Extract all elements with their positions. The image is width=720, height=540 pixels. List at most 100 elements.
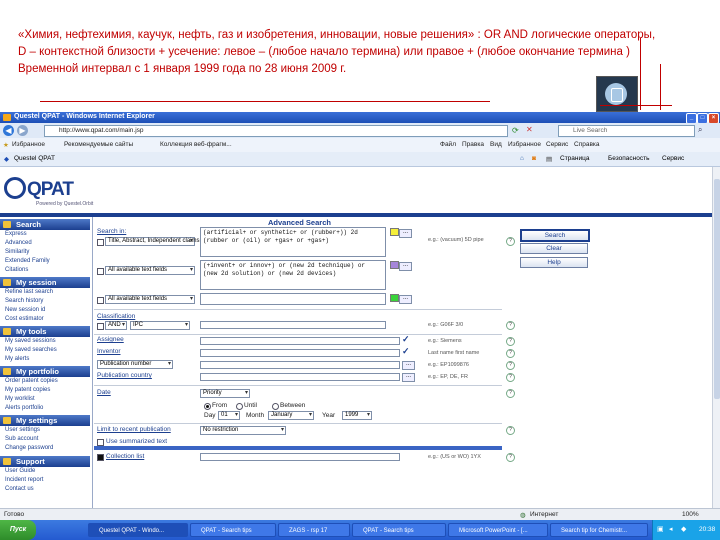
- help-icon[interactable]: ?: [506, 321, 515, 330]
- print-icon[interactable]: ▤: [546, 155, 552, 163]
- limit-select[interactable]: No restriction: [200, 426, 286, 435]
- search-input[interactable]: Live Search: [558, 125, 695, 137]
- inventor-input[interactable]: [200, 349, 400, 357]
- task-search-tips-1[interactable]: QPAT - Search tips: [190, 523, 276, 537]
- sidebar-section-session[interactable]: My session: [0, 277, 90, 288]
- highlight-green-swatch[interactable]: [390, 294, 399, 302]
- sidebar-item-saved-searches[interactable]: My saved searches: [5, 347, 57, 353]
- tools-page[interactable]: Страница: [560, 155, 589, 162]
- field1-select[interactable]: Title, Abstract, Independent claims: [105, 237, 200, 246]
- search-icon[interactable]: ⌕: [698, 125, 702, 135]
- sidebar-item-patent-copies[interactable]: My patent copies: [5, 387, 50, 393]
- clear-button[interactable]: Clear: [520, 243, 588, 254]
- sidebar-item-sub-account[interactable]: Sub account: [5, 436, 38, 442]
- volume-icon[interactable]: ◂: [669, 525, 673, 533]
- help-icon[interactable]: ?: [506, 337, 515, 346]
- tools-service[interactable]: Сервис: [662, 155, 684, 162]
- help-icon[interactable]: ?: [506, 349, 515, 358]
- validate-icon[interactable]: ✓: [402, 334, 410, 345]
- sidebar-item-contact[interactable]: Contact us: [5, 486, 34, 492]
- help-icon[interactable]: ?: [506, 453, 515, 462]
- highlight-purple-swatch[interactable]: [390, 261, 399, 269]
- sidebar-item-alerts-portfolio[interactable]: Alerts portfolio: [5, 405, 43, 411]
- start-button[interactable]: Пуск: [0, 520, 36, 540]
- classification-checkbox[interactable]: [97, 323, 104, 330]
- day-select[interactable]: 01: [218, 411, 240, 420]
- menu-favorites[interactable]: Избранное: [508, 141, 541, 148]
- sidebar-item-user-settings[interactable]: User settings: [5, 427, 40, 433]
- field2-checkbox[interactable]: [97, 268, 104, 275]
- collection-checkbox[interactable]: [97, 454, 104, 461]
- sidebar-item-saved-sessions[interactable]: My saved sessions: [5, 338, 56, 344]
- field2-select[interactable]: All available text fields: [105, 266, 195, 275]
- fav-link-recommended[interactable]: Рекомендуемые сайты: [64, 141, 133, 148]
- rss-icon[interactable]: ◙: [532, 155, 536, 162]
- pubcountry-more-button[interactable]: ...: [402, 373, 415, 382]
- address-input[interactable]: http://www.qpat.com/main.jsp: [44, 125, 508, 137]
- validate-icon[interactable]: ✓: [402, 346, 410, 357]
- favorites-button[interactable]: Избранное: [12, 141, 45, 148]
- vertical-scrollbar[interactable]: [712, 167, 720, 508]
- qpat-logo[interactable]: QPAT: [4, 177, 74, 201]
- field2-textarea[interactable]: (+invent+ or innov+) or (new 2d techniqu…: [200, 260, 386, 290]
- scroll-thumb[interactable]: [714, 179, 720, 399]
- field1-textarea[interactable]: (artificial+ or synthetic+ or (rubber+))…: [200, 227, 386, 257]
- star-icon[interactable]: ★: [3, 141, 9, 149]
- sidebar-section-search[interactable]: Search: [0, 219, 90, 230]
- sidebar-item-extended-family[interactable]: Extended Family: [5, 258, 50, 264]
- sidebar-item-cost[interactable]: Cost estimator: [5, 316, 44, 322]
- fav-link-webslices[interactable]: Коллекция веб-фрагм...: [160, 141, 232, 148]
- task-search-tips-2[interactable]: QPAT - Search tips: [352, 523, 446, 537]
- sidebar-section-settings[interactable]: My settings: [0, 415, 90, 426]
- field2-more-button[interactable]: ...: [399, 262, 412, 271]
- sidebar-item-user-guide[interactable]: User Guide: [5, 468, 35, 474]
- assignee-input[interactable]: [200, 337, 400, 345]
- sidebar-item-advanced[interactable]: Advanced: [5, 240, 32, 246]
- pubnum-more-button[interactable]: ...: [402, 361, 415, 370]
- publication-number-input[interactable]: [200, 361, 400, 369]
- forward-icon[interactable]: ▶: [17, 125, 28, 136]
- menu-file[interactable]: Файл: [440, 141, 456, 148]
- tools-security[interactable]: Безопасность: [608, 155, 649, 162]
- field1-more-button[interactable]: ...: [399, 229, 412, 238]
- field1-checkbox[interactable]: [97, 239, 104, 246]
- sidebar-item-new-session[interactable]: New session id: [5, 307, 45, 313]
- search-button[interactable]: Search: [520, 229, 590, 242]
- sidebar-item-similarity[interactable]: Similarity: [5, 249, 29, 255]
- network-icon[interactable]: ▣: [657, 525, 664, 533]
- tab-questel-qpat[interactable]: Questel QPAT: [14, 155, 55, 162]
- highlight-yellow-swatch[interactable]: [390, 228, 399, 236]
- sidebar-item-worklist[interactable]: My worklist: [5, 396, 35, 402]
- radio-until[interactable]: [236, 403, 243, 410]
- sidebar-item-citations[interactable]: Citations: [5, 267, 28, 273]
- publication-country-input[interactable]: [200, 373, 400, 381]
- month-select[interactable]: January: [268, 411, 314, 420]
- radio-between[interactable]: [272, 403, 279, 410]
- sidebar-item-alerts[interactable]: My alerts: [5, 356, 29, 362]
- sidebar-item-incident-report[interactable]: Incident report: [5, 477, 43, 483]
- menu-tools[interactable]: Сервис: [546, 141, 568, 148]
- sidebar-section-support[interactable]: Support: [0, 456, 90, 467]
- menu-help[interactable]: Справка: [574, 141, 600, 148]
- help-icon[interactable]: ?: [506, 389, 515, 398]
- date-type-select[interactable]: Priority: [200, 389, 250, 398]
- task-powerpoint[interactable]: Microsoft PowerPoint - [...: [448, 523, 548, 537]
- help-icon[interactable]: ?: [506, 237, 515, 246]
- ipc-select[interactable]: IPC: [130, 321, 190, 330]
- refresh-icon[interactable]: ⟳: [512, 126, 519, 135]
- summarized-checkbox[interactable]: [97, 439, 104, 446]
- menu-view[interactable]: Вид: [490, 141, 502, 148]
- help-icon[interactable]: ?: [506, 361, 515, 370]
- classification-input[interactable]: [200, 321, 386, 329]
- publication-number-select[interactable]: Publication number: [97, 360, 173, 369]
- field3-select[interactable]: All available text fields: [105, 295, 195, 304]
- sidebar-item-change-password[interactable]: Change password: [5, 445, 53, 451]
- sidebar-item-order-copies[interactable]: Order patent copies: [5, 378, 58, 384]
- sidebar-item-refine[interactable]: Refine last search: [5, 289, 53, 295]
- collection-input[interactable]: [200, 453, 400, 461]
- menu-edit[interactable]: Правка: [462, 141, 484, 148]
- task-search-tip-chemistry[interactable]: Search tip for Chemistr...: [550, 523, 648, 537]
- back-icon[interactable]: ◀: [3, 125, 14, 136]
- help-icon[interactable]: ?: [506, 373, 515, 382]
- radio-from[interactable]: [204, 403, 211, 410]
